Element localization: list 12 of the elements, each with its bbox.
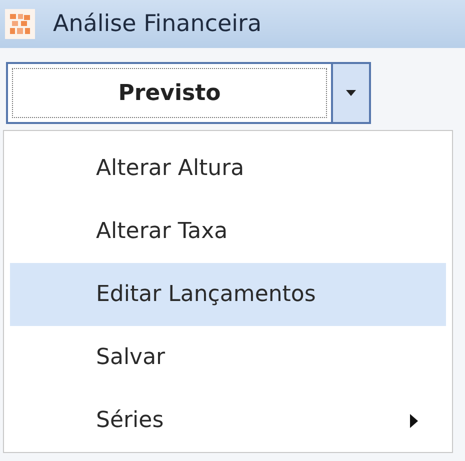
dropdown-value: Previsto [118, 80, 221, 106]
app-icon [5, 9, 35, 39]
menu-item[interactable]: Séries [10, 389, 446, 452]
caret-icon [346, 90, 356, 96]
menu-item[interactable]: Editar Lançamentos [10, 263, 446, 326]
view-dropdown[interactable]: Previsto [6, 62, 371, 124]
window-title: Análise Financeira [53, 11, 262, 37]
submenu-arrow-icon [410, 414, 418, 428]
menu-item[interactable]: Alterar Taxa [10, 200, 446, 263]
menu-item[interactable]: Alterar Altura [10, 137, 446, 200]
menu-item[interactable]: Salvar [10, 326, 446, 389]
dropdown-button[interactable] [331, 64, 369, 122]
